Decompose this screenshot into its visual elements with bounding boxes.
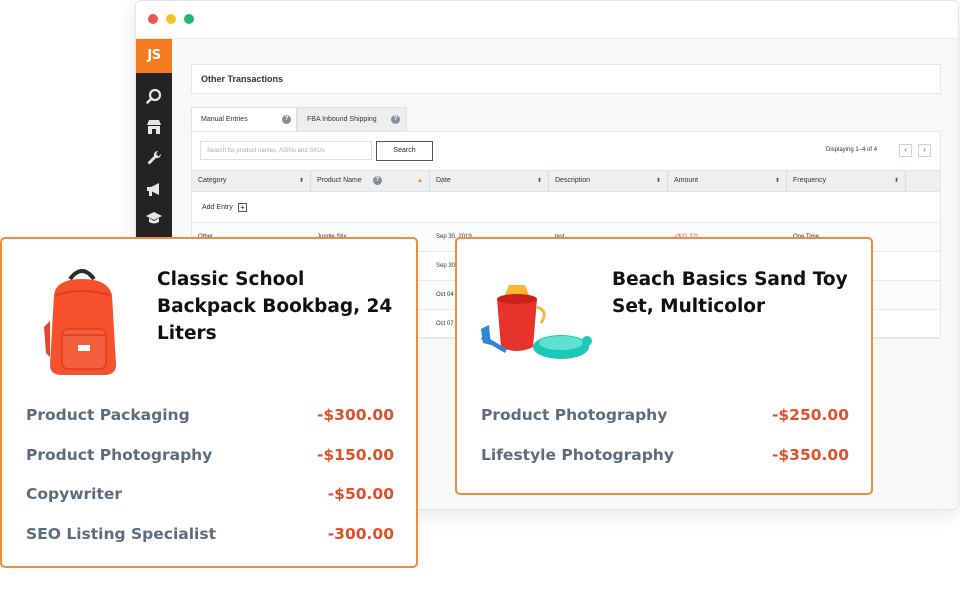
table-header: Category ⬍ Product Name ? ▲ Date ⬍ Descr… bbox=[192, 170, 940, 192]
sort-icon[interactable]: ⬍ bbox=[775, 171, 780, 191]
cost-line-item: Product Packaging -$300.00 bbox=[26, 406, 394, 428]
storefront-icon[interactable] bbox=[145, 118, 163, 136]
close-window-button[interactable] bbox=[148, 14, 158, 24]
help-icon[interactable]: ? bbox=[373, 176, 382, 185]
help-icon[interactable]: ? bbox=[282, 115, 291, 124]
pagination-status: Displaying 1–4 of 4 bbox=[826, 147, 878, 153]
search-input[interactable]: Search for product names, ASINs and SKUs bbox=[200, 141, 372, 160]
column-label: Amount bbox=[674, 177, 699, 184]
sand-toy-set-image bbox=[479, 277, 593, 369]
column-header-category[interactable]: Category ⬍ bbox=[192, 171, 311, 191]
column-label: Description bbox=[555, 177, 591, 184]
column-header-product-name[interactable]: Product Name ? ▲ bbox=[311, 171, 430, 191]
column-label: Category bbox=[198, 177, 227, 184]
tab-label: Manual Entries bbox=[201, 116, 248, 123]
window-titlebar bbox=[136, 1, 958, 39]
cost-amount: -300.00 bbox=[327, 525, 394, 543]
cost-line-item: Product Photography -$250.00 bbox=[481, 406, 849, 428]
sort-ascending-icon[interactable]: ▲ bbox=[417, 171, 423, 191]
maximize-window-button[interactable] bbox=[184, 14, 194, 24]
search-button[interactable]: Search bbox=[376, 141, 433, 161]
cell-date: Oct 07 bbox=[436, 321, 454, 327]
megaphone-icon[interactable] bbox=[145, 180, 163, 198]
sort-icon[interactable]: ⬍ bbox=[299, 171, 304, 191]
cell-date: Sep 30 bbox=[436, 263, 456, 269]
cost-line-item: Copywriter -$50.00 bbox=[26, 485, 394, 507]
sort-icon[interactable]: ⬍ bbox=[656, 171, 661, 191]
plus-icon[interactable]: + bbox=[238, 203, 247, 212]
app-logo[interactable]: JS bbox=[136, 39, 172, 73]
tab-label: FBA Inbound Shipping bbox=[307, 116, 377, 123]
column-label: Date bbox=[436, 177, 451, 184]
cost-amount: -$300.00 bbox=[316, 406, 394, 424]
cost-line-item: SEO Listing Specialist -300.00 bbox=[26, 525, 394, 547]
sort-icon[interactable]: ⬍ bbox=[894, 171, 899, 191]
column-header-frequency[interactable]: Frequency ⬍ bbox=[787, 171, 906, 191]
wrench-icon[interactable] bbox=[145, 149, 163, 167]
add-entry-button[interactable]: Add Entry bbox=[202, 204, 233, 211]
column-header-date[interactable]: Date ⬍ bbox=[430, 171, 549, 191]
product-title: Classic School Backpack Bookbag, 24 Lite… bbox=[157, 269, 393, 344]
cost-amount: -$250.00 bbox=[771, 406, 849, 424]
orange-backpack-image bbox=[32, 261, 132, 379]
column-header-amount[interactable]: Amount ⬍ bbox=[668, 171, 787, 191]
cost-name: Product Packaging bbox=[26, 406, 190, 424]
cost-name: Product Photography bbox=[481, 406, 668, 424]
graduation-cap-icon[interactable] bbox=[145, 209, 163, 227]
tab-fba-inbound-shipping[interactable]: FBA Inbound Shipping ? bbox=[297, 107, 407, 131]
cost-line-item: Product Photography -$150.00 bbox=[26, 446, 394, 468]
cost-name: Copywriter bbox=[26, 485, 123, 503]
add-entry-row: Add Entry + bbox=[192, 193, 940, 223]
column-label: Frequency bbox=[793, 177, 827, 184]
sort-icon[interactable]: ⬍ bbox=[537, 171, 542, 191]
search-icon[interactable] bbox=[145, 87, 163, 105]
minimize-window-button[interactable] bbox=[166, 14, 176, 24]
product-cost-card: Beach Basics Sand Toy Set, Multicolor Pr… bbox=[455, 237, 873, 495]
cost-name: Product Photography bbox=[26, 446, 213, 464]
cost-line-item: Lifestyle Photography -$350.00 bbox=[481, 446, 849, 468]
cost-amount: -$50.00 bbox=[327, 485, 394, 503]
page-header: Other Transactions bbox=[191, 64, 941, 94]
product-title: Beach Basics Sand Toy Set, Multicolor bbox=[612, 269, 848, 317]
prev-page-button[interactable]: ‹ bbox=[899, 144, 912, 157]
product-cost-card: Classic School Backpack Bookbag, 24 Lite… bbox=[0, 237, 418, 568]
cost-name: SEO Listing Specialist bbox=[26, 525, 216, 543]
cost-name: Lifestyle Photography bbox=[481, 446, 674, 464]
next-page-button[interactable]: › bbox=[918, 144, 931, 157]
column-header-description[interactable]: Description ⬍ bbox=[549, 171, 668, 191]
column-label: Product Name bbox=[317, 177, 362, 184]
cell-date: Oct 04 bbox=[436, 292, 454, 298]
cost-amount: -$150.00 bbox=[316, 446, 394, 464]
cost-amount: -$350.00 bbox=[771, 446, 849, 464]
help-icon[interactable]: ? bbox=[391, 115, 400, 124]
tab-manual-entries[interactable]: Manual Entries ? bbox=[191, 107, 297, 131]
page-title: Other Transactions bbox=[201, 74, 284, 84]
